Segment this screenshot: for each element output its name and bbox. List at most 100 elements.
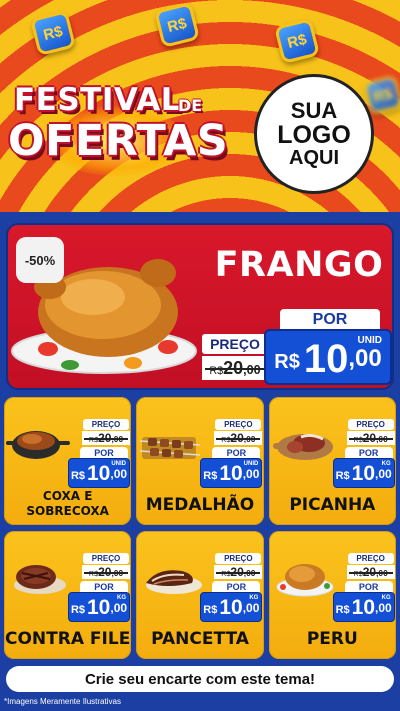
price-unit: KG (381, 595, 391, 601)
old-price-currency: R$ (353, 569, 363, 578)
new-price: R$ 10,00 UNID (200, 458, 263, 488)
new-price-cents: ,00 (375, 467, 392, 481)
coin-label: R$ (285, 30, 309, 52)
product-card[interactable]: PREÇO R$20,00 POR R$ 10,00 KG PANCETTA (136, 531, 264, 659)
new-price-integer: 10 (219, 596, 243, 619)
old-price-integer: 20 (362, 565, 377, 579)
coin-label: R$ (41, 22, 65, 44)
new-price-currency: R$ (70, 470, 85, 482)
new-price: R$ 10,00 KG (332, 592, 395, 622)
old-price-label: PREÇO (215, 553, 262, 564)
product-card[interactable]: PREÇO R$20,00 POR R$ 10,00 UNID MEDALHÃO (136, 397, 264, 525)
price-unit: UNID (243, 461, 259, 467)
old-price: R$20,00 (346, 565, 395, 579)
product-name: PICANHA (289, 495, 376, 515)
new-price: R$ 10,00 UNID (68, 458, 130, 488)
new-price-currency: R$ (70, 604, 85, 616)
new-price-currency: R$ (203, 604, 218, 616)
logo-line1: SUA (290, 97, 338, 123)
logo-line2: LOGO (277, 120, 351, 149)
cta-button[interactable]: Crie seu encarte com este tema! (6, 666, 394, 692)
new-price: R$ 10,00 UNID (264, 329, 392, 385)
product-name: MEDALHÃO (145, 495, 255, 515)
old-price: R$20,00 (346, 431, 395, 445)
old-price-cents: ,00 (376, 434, 388, 444)
product-card[interactable]: PREÇO R$20,00 POR R$ 10,00 KG PICANHA (268, 397, 396, 525)
old-price-integer: 20 (98, 565, 112, 579)
title-line1: FESTIVAL (14, 82, 181, 118)
new-price-cents: ,00 (348, 345, 382, 372)
price-unit: KG (381, 461, 391, 467)
product-name: PANCETTA (151, 629, 249, 649)
coin-icon: R$ (273, 17, 321, 65)
old-price-label: PREÇO (83, 419, 129, 430)
featured-offer[interactable]: -50% FRANGO PREÇO R$20,00 POR R$ 10,00 UN… (6, 223, 394, 390)
product-card[interactable]: PREÇO R$20,00 POR R$ 10,00 KG CONTRA FILE (4, 531, 132, 659)
old-price: R$20,00 (82, 565, 130, 579)
old-price-cents: ,00 (243, 568, 256, 578)
new-price-label: POR (280, 309, 380, 331)
logo-placeholder[interactable]: SUA LOGO AQUI (254, 74, 374, 194)
old-price-cents: ,00 (111, 568, 124, 578)
old-price-integer: 20 (230, 565, 244, 579)
new-price: R$ 10,00 KG (200, 592, 263, 622)
old-price-label: PREÇO (83, 553, 129, 564)
old-price: R$20,00 (214, 431, 263, 445)
old-price-cents: ,00 (376, 568, 388, 578)
new-price-integer: 10 (351, 596, 376, 619)
new-price-currency: R$ (274, 351, 300, 373)
old-price-cents: ,00 (243, 434, 256, 444)
pancetta-image (146, 570, 203, 594)
price-unit: UNID (357, 335, 382, 346)
old-price-label: PREÇO (202, 334, 268, 354)
old-price-currency: R$ (88, 569, 99, 578)
new-price-cents: ,00 (110, 467, 128, 481)
festival-title: FESTIVAL DE OFERTAS (8, 80, 228, 176)
new-price-integer: 10 (351, 462, 376, 485)
coin-icon: R$ (153, 1, 201, 49)
picanha-board-image (272, 433, 333, 460)
old-price-integer: 20 (98, 431, 112, 445)
new-price-cents: ,00 (375, 601, 392, 615)
product-card[interactable]: PREÇO R$20,00 POR R$ 10,00 UNID COXA E SOB… (4, 397, 132, 525)
old-price-integer: 20 (362, 431, 377, 445)
old-price-cents: ,00 (111, 434, 124, 444)
new-price-integer: 10 (303, 337, 349, 381)
coin-label: R$ (165, 14, 189, 36)
old-price-cents: ,00 (243, 363, 261, 377)
new-price: R$ 10,00 KG (68, 592, 130, 622)
product-name: CONTRA FILE (5, 629, 131, 649)
product-name: COXA E SOBRECOXA (26, 489, 109, 518)
price-unit: KG (117, 595, 126, 601)
old-price: R$20,00 (214, 565, 263, 579)
old-price-integer: 20 (223, 358, 244, 378)
new-price-integer: 10 (87, 462, 111, 485)
new-price-integer: 10 (87, 596, 111, 619)
old-price-label: PREÇO (215, 419, 262, 430)
product-name: PERU (306, 629, 358, 649)
new-price-cents: ,00 (110, 601, 128, 615)
steak-image (14, 565, 66, 594)
old-price-currency: R$ (209, 365, 224, 377)
new-price-currency: R$ (203, 470, 218, 482)
skewers-image (140, 437, 201, 459)
title-line2: OFERTAS (8, 116, 229, 166)
new-price-cents: ,00 (242, 467, 260, 481)
old-price-label: PREÇO (347, 419, 394, 430)
title-connector: DE (178, 96, 203, 115)
roast-turkey-image (276, 564, 334, 597)
price-unit: UNID (111, 461, 126, 467)
coin-label: R$ (371, 84, 395, 106)
old-price: R$20,00 (82, 431, 130, 445)
old-price-currency: R$ (88, 435, 99, 444)
logo-line3: AQUI (289, 147, 339, 170)
product-card[interactable]: PREÇO R$20,00 POR R$ 10,00 KG PERU (268, 531, 396, 659)
old-price: R$20,00 (202, 356, 268, 380)
new-price-cents: ,00 (242, 601, 260, 615)
coin-icon: R$ (29, 9, 77, 57)
product-grid: PREÇO R$20,00 POR R$ 10,00 UNID COXA E SOB… (4, 397, 396, 659)
old-price-integer: 20 (230, 431, 244, 445)
discount-badge: -50% (16, 237, 64, 283)
price-unit: KG (249, 595, 259, 601)
new-price: R$ 10,00 KG (332, 458, 395, 488)
